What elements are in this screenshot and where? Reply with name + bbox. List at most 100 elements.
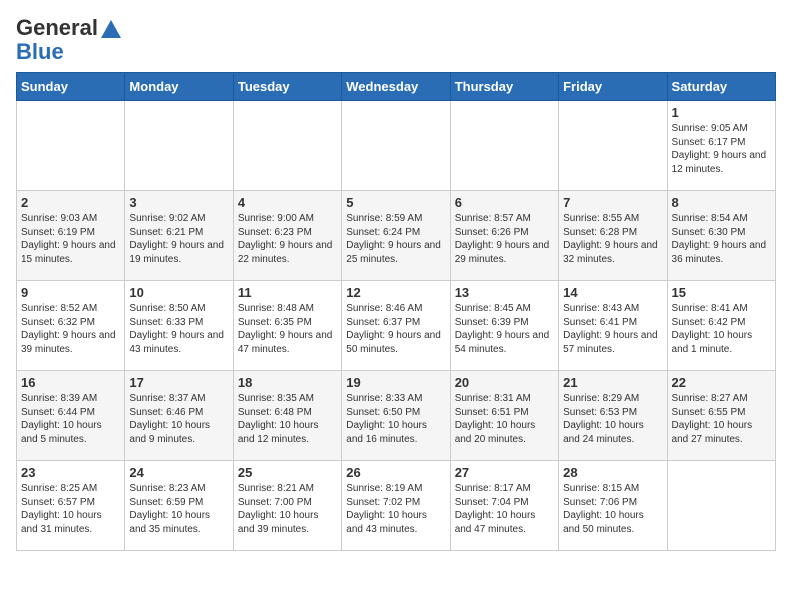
col-header-thursday: Thursday [450,73,558,101]
day-info: Sunrise: 8:52 AM Sunset: 6:32 PM Dayligh… [21,302,120,356]
calendar-cell: 8 Sunrise: 8:54 AM Sunset: 6:30 PM Daylig… [667,191,775,281]
calendar-cell: 18 Sunrise: 8:35 AM Sunset: 6:48 PM Dayli… [233,371,341,461]
col-header-wednesday: Wednesday [342,73,450,101]
day-number: 11 [238,285,337,300]
calendar-cell: 2 Sunrise: 9:03 AM Sunset: 6:19 PM Daylig… [17,191,125,281]
day-info: Sunrise: 8:25 AM Sunset: 6:57 PM Dayligh… [21,482,120,536]
calendar-cell: 9 Sunrise: 8:52 AM Sunset: 6:32 PM Daylig… [17,281,125,371]
day-number: 23 [21,465,120,480]
day-number: 3 [129,195,228,210]
calendar-cell [233,101,341,191]
day-number: 14 [563,285,662,300]
day-number: 9 [21,285,120,300]
calendar-cell [125,101,233,191]
calendar-cell [450,101,558,191]
day-info: Sunrise: 8:41 AM Sunset: 6:42 PM Dayligh… [672,302,771,356]
day-number: 28 [563,465,662,480]
day-info: Sunrise: 8:27 AM Sunset: 6:55 PM Dayligh… [672,392,771,446]
day-info: Sunrise: 8:54 AM Sunset: 6:30 PM Dayligh… [672,212,771,266]
calendar-cell [342,101,450,191]
day-info: Sunrise: 8:46 AM Sunset: 6:37 PM Dayligh… [346,302,445,356]
day-info: Sunrise: 9:02 AM Sunset: 6:21 PM Dayligh… [129,212,228,266]
calendar-week-row: 9 Sunrise: 8:52 AM Sunset: 6:32 PM Daylig… [17,281,776,371]
day-number: 12 [346,285,445,300]
day-info: Sunrise: 8:15 AM Sunset: 7:06 PM Dayligh… [563,482,662,536]
calendar-cell: 1 Sunrise: 9:05 AM Sunset: 6:17 PM Daylig… [667,101,775,191]
page-header: General Blue [16,16,776,64]
day-info: Sunrise: 8:39 AM Sunset: 6:44 PM Dayligh… [21,392,120,446]
day-number: 20 [455,375,554,390]
day-number: 17 [129,375,228,390]
day-number: 8 [672,195,771,210]
day-info: Sunrise: 8:59 AM Sunset: 6:24 PM Dayligh… [346,212,445,266]
day-info: Sunrise: 8:55 AM Sunset: 6:28 PM Dayligh… [563,212,662,266]
day-number: 26 [346,465,445,480]
calendar-cell: 19 Sunrise: 8:33 AM Sunset: 6:50 PM Dayli… [342,371,450,461]
day-number: 1 [672,105,771,120]
calendar-cell: 5 Sunrise: 8:59 AM Sunset: 6:24 PM Daylig… [342,191,450,281]
day-number: 13 [455,285,554,300]
day-number: 21 [563,375,662,390]
calendar-cell: 24 Sunrise: 8:23 AM Sunset: 6:59 PM Dayli… [125,461,233,551]
day-info: Sunrise: 8:43 AM Sunset: 6:41 PM Dayligh… [563,302,662,356]
day-info: Sunrise: 8:50 AM Sunset: 6:33 PM Dayligh… [129,302,228,356]
calendar-cell: 27 Sunrise: 8:17 AM Sunset: 7:04 PM Dayli… [450,461,558,551]
day-number: 19 [346,375,445,390]
day-number: 24 [129,465,228,480]
col-header-friday: Friday [559,73,667,101]
day-info: Sunrise: 8:23 AM Sunset: 6:59 PM Dayligh… [129,482,228,536]
day-number: 22 [672,375,771,390]
calendar-cell: 16 Sunrise: 8:39 AM Sunset: 6:44 PM Dayli… [17,371,125,461]
day-info: Sunrise: 8:57 AM Sunset: 6:26 PM Dayligh… [455,212,554,266]
day-info: Sunrise: 8:19 AM Sunset: 7:02 PM Dayligh… [346,482,445,536]
calendar-table: SundayMondayTuesdayWednesdayThursdayFrid… [16,72,776,551]
calendar-cell: 6 Sunrise: 8:57 AM Sunset: 6:26 PM Daylig… [450,191,558,281]
day-number: 10 [129,285,228,300]
day-info: Sunrise: 8:35 AM Sunset: 6:48 PM Dayligh… [238,392,337,446]
col-header-monday: Monday [125,73,233,101]
calendar-week-row: 1 Sunrise: 9:05 AM Sunset: 6:17 PM Daylig… [17,101,776,191]
calendar-cell: 10 Sunrise: 8:50 AM Sunset: 6:33 PM Dayli… [125,281,233,371]
day-info: Sunrise: 8:31 AM Sunset: 6:51 PM Dayligh… [455,392,554,446]
calendar-cell: 28 Sunrise: 8:15 AM Sunset: 7:06 PM Dayli… [559,461,667,551]
calendar-cell: 22 Sunrise: 8:27 AM Sunset: 6:55 PM Dayli… [667,371,775,461]
day-info: Sunrise: 9:00 AM Sunset: 6:23 PM Dayligh… [238,212,337,266]
day-number: 2 [21,195,120,210]
day-info: Sunrise: 8:33 AM Sunset: 6:50 PM Dayligh… [346,392,445,446]
day-number: 25 [238,465,337,480]
calendar-cell: 4 Sunrise: 9:00 AM Sunset: 6:23 PM Daylig… [233,191,341,281]
col-header-tuesday: Tuesday [233,73,341,101]
col-header-saturday: Saturday [667,73,775,101]
day-number: 6 [455,195,554,210]
calendar-week-row: 23 Sunrise: 8:25 AM Sunset: 6:57 PM Dayli… [17,461,776,551]
logo: General Blue [16,16,122,64]
calendar-cell: 13Sunrise: 8:45 AM Sunset: 6:39 PM Dayli… [450,281,558,371]
day-info: Sunrise: 8:21 AM Sunset: 7:00 PM Dayligh… [238,482,337,536]
day-number: 4 [238,195,337,210]
calendar-cell: 3 Sunrise: 9:02 AM Sunset: 6:21 PM Daylig… [125,191,233,281]
calendar-cell: 15Sunrise: 8:41 AM Sunset: 6:42 PM Dayli… [667,281,775,371]
day-info: Sunrise: 9:05 AM Sunset: 6:17 PM Dayligh… [672,122,771,176]
day-info: Sunrise: 9:03 AM Sunset: 6:19 PM Dayligh… [21,212,120,266]
calendar-cell: 7 Sunrise: 8:55 AM Sunset: 6:28 PM Daylig… [559,191,667,281]
calendar-cell: 11 Sunrise: 8:48 AM Sunset: 6:35 PM Dayli… [233,281,341,371]
day-info: Sunrise: 8:37 AM Sunset: 6:46 PM Dayligh… [129,392,228,446]
day-number: 27 [455,465,554,480]
day-number: 16 [21,375,120,390]
col-header-sunday: Sunday [17,73,125,101]
calendar-cell: 17 Sunrise: 8:37 AM Sunset: 6:46 PM Dayli… [125,371,233,461]
calendar-cell: 26 Sunrise: 8:19 AM Sunset: 7:02 PM Dayli… [342,461,450,551]
calendar-week-row: 16 Sunrise: 8:39 AM Sunset: 6:44 PM Dayli… [17,371,776,461]
day-number: 7 [563,195,662,210]
calendar-cell: 21Sunrise: 8:29 AM Sunset: 6:53 PM Dayli… [559,371,667,461]
day-info: Sunrise: 8:17 AM Sunset: 7:04 PM Dayligh… [455,482,554,536]
calendar-cell: 12 Sunrise: 8:46 AM Sunset: 6:37 PM Dayli… [342,281,450,371]
day-number: 5 [346,195,445,210]
calendar-cell: 14 Sunrise: 8:43 AM Sunset: 6:41 PM Dayli… [559,281,667,371]
calendar-cell [559,101,667,191]
calendar-cell: 25 Sunrise: 8:21 AM Sunset: 7:00 PM Dayli… [233,461,341,551]
calendar-cell: 23 Sunrise: 8:25 AM Sunset: 6:57 PM Dayli… [17,461,125,551]
calendar-header-row: SundayMondayTuesdayWednesdayThursdayFrid… [17,73,776,101]
day-info: Sunrise: 8:48 AM Sunset: 6:35 PM Dayligh… [238,302,337,356]
day-number: 18 [238,375,337,390]
